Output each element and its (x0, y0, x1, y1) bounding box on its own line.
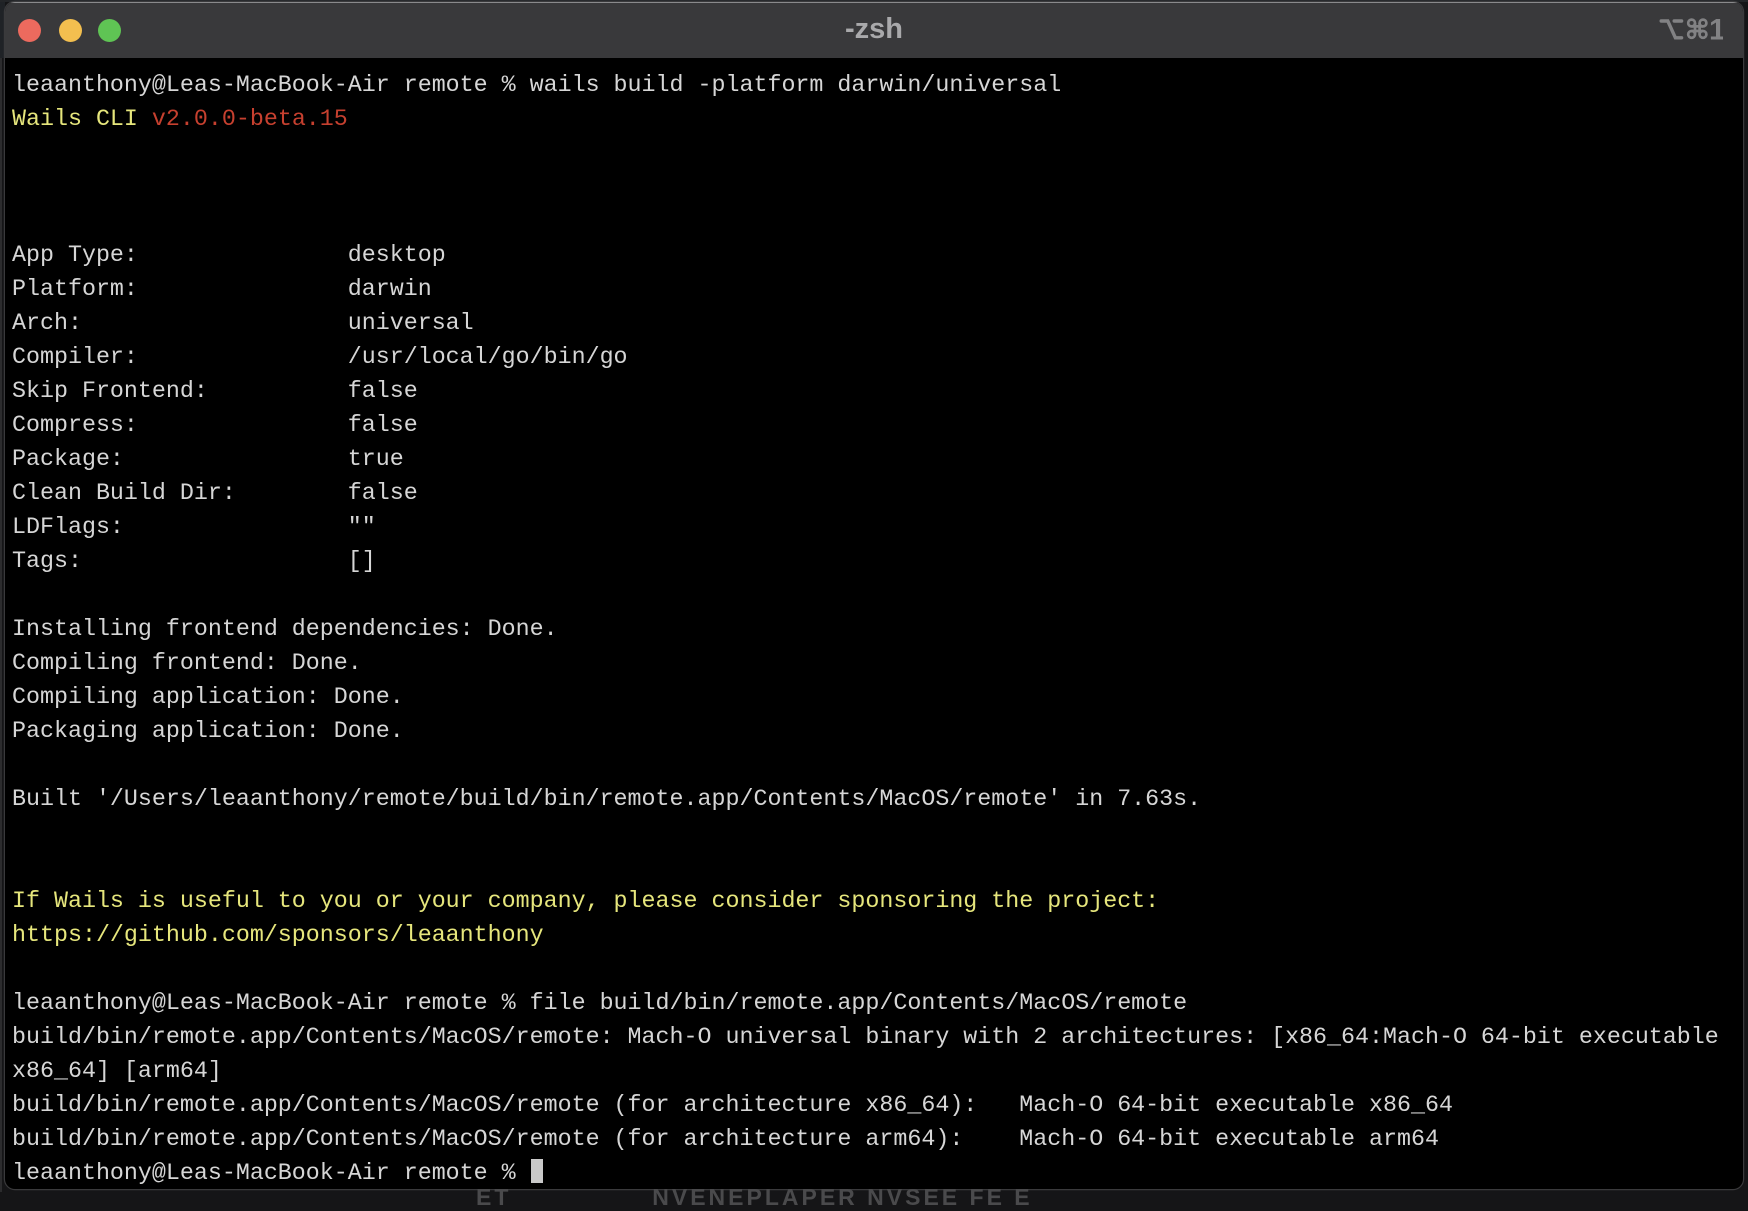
svg-text:1: 1 (1709, 14, 1723, 44)
